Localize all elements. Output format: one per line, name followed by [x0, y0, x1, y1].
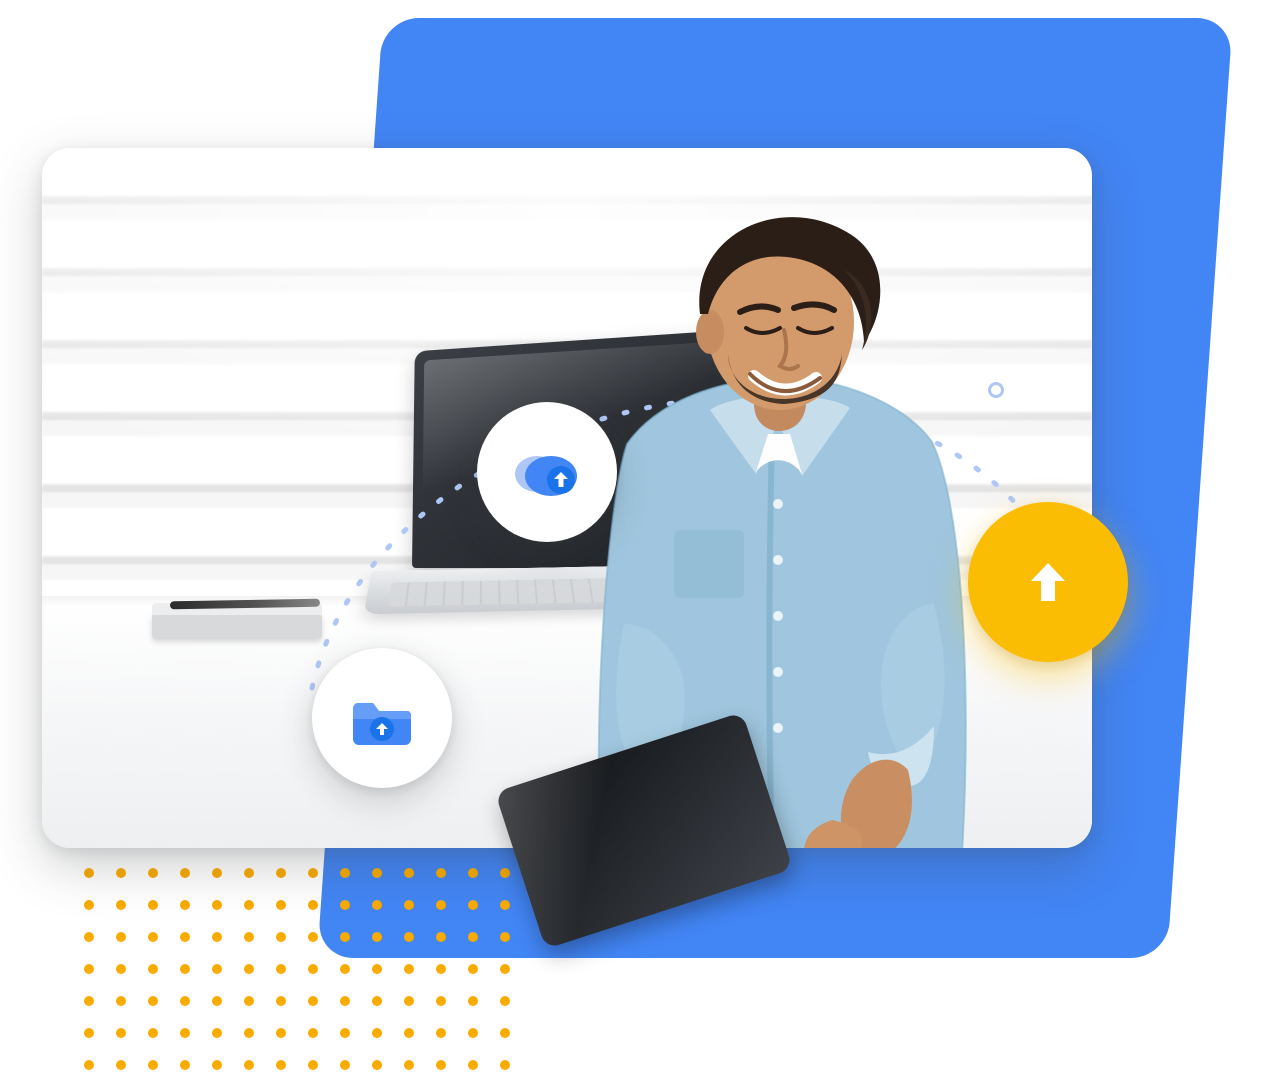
arrow-up-icon — [1017, 551, 1079, 613]
folder-upload-badge — [312, 648, 452, 788]
photo-card — [42, 148, 1092, 848]
folder-upload-icon — [351, 689, 413, 747]
yellow-upload-button[interactable] — [968, 502, 1128, 662]
yellow-dot-grid — [84, 868, 510, 1070]
arc-end-dot — [988, 382, 1004, 398]
hero-illustration — [0, 0, 1288, 1088]
person-with-tablet — [532, 204, 1012, 848]
notebook-prop — [152, 613, 322, 639]
cloud-upload-icon — [511, 444, 583, 500]
cloud-upload-badge — [477, 402, 617, 542]
